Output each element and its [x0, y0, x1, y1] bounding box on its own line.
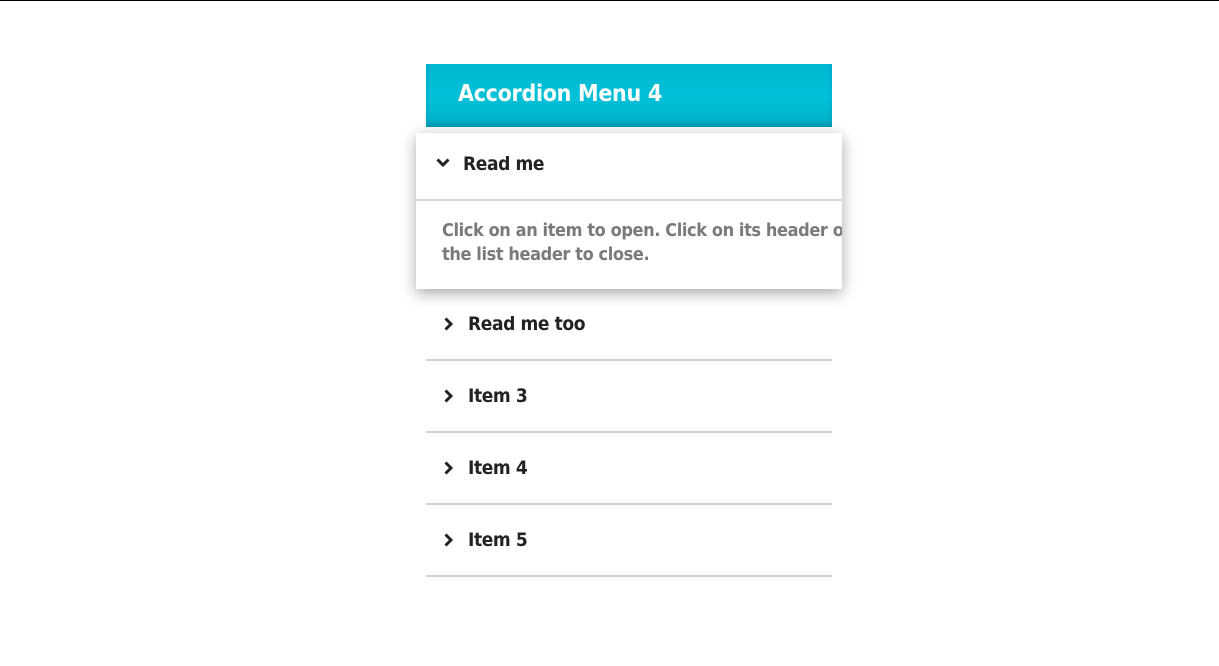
chevron-right-icon — [444, 461, 454, 475]
chevron-right-icon — [444, 317, 454, 331]
accordion-item-label: Item 5 — [468, 529, 528, 551]
chevron-right-icon — [444, 389, 454, 403]
chevron-down-icon — [436, 158, 450, 168]
content-line: Click on an item to open. Click on its h… — [442, 220, 842, 241]
accordion-item-4[interactable]: Item 4 — [426, 433, 832, 505]
accordion-item-read-me-too[interactable]: Read me too — [426, 289, 832, 361]
accordion-menu: Accordion Menu 4 Read me Click on an ite… — [416, 64, 842, 577]
accordion-item-label: Read me — [463, 153, 545, 175]
accordion-item-5[interactable]: Item 5 — [426, 505, 832, 577]
accordion-item-3[interactable]: Item 3 — [426, 361, 832, 433]
content-line: the list header to close. — [442, 244, 650, 265]
accordion-item-label: Item 3 — [468, 385, 528, 407]
accordion-item-content: Click on an item to open. Click on its h… — [416, 201, 842, 289]
accordion-item-open: Read me Click on an item to open. Click … — [416, 133, 842, 289]
accordion-item-header-read-me[interactable]: Read me — [416, 133, 842, 201]
accordion-header[interactable]: Accordion Menu 4 — [426, 64, 832, 127]
top-border — [0, 0, 1219, 1]
chevron-right-icon — [444, 533, 454, 547]
accordion-title: Accordion Menu 4 — [458, 81, 662, 107]
accordion-item-label: Item 4 — [468, 457, 528, 479]
accordion-item-label: Read me too — [468, 313, 586, 335]
